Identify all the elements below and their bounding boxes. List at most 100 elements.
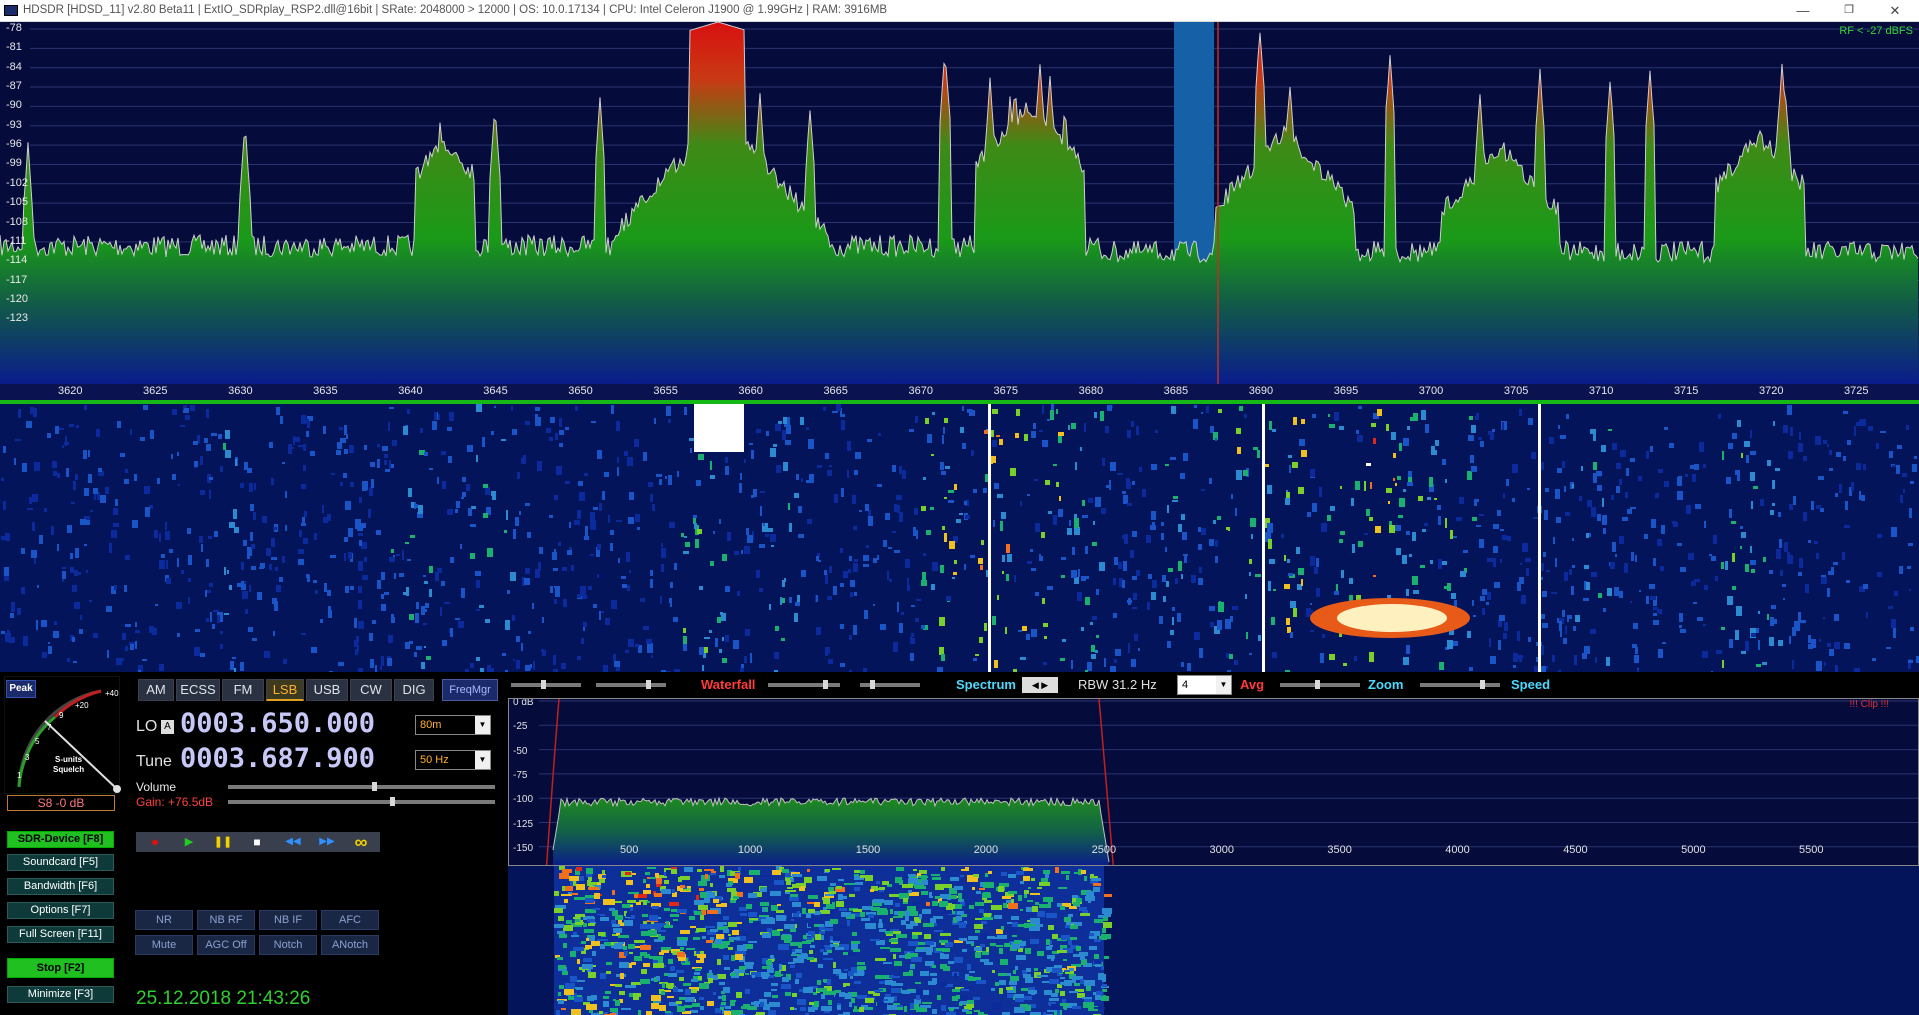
volume-slider[interactable] [228, 782, 495, 791]
audio-frequency-label: 1000 [737, 844, 763, 856]
speed-label: Speed [1511, 677, 1551, 692]
audio-frequency-label: 2500 [1091, 844, 1117, 856]
lo-lock-badge[interactable]: A [161, 720, 174, 734]
spectrum-brightness-slider[interactable] [860, 680, 920, 689]
minimize-button[interactable]: Minimize [F3] [7, 986, 114, 1003]
audio-spectrum-display[interactable]: 0 dB -25 -50 -75 -100 -125 -150 [508, 698, 1919, 866]
slider-handle[interactable] [823, 680, 828, 689]
soundcard-button[interactable]: Soundcard [F5] [7, 854, 114, 871]
rf-level-indicator: RF < -27 dBFS [1839, 25, 1913, 37]
slider-handle[interactable] [1480, 680, 1485, 689]
band-select[interactable]: 80m ▼ [415, 715, 491, 735]
rf-waterfall-image [1, 404, 1919, 672]
audio-frequency-label: 3500 [1327, 844, 1352, 856]
mute-button[interactable]: Mute [135, 935, 193, 955]
close-window-button[interactable]: ✕ [1872, 0, 1918, 22]
frequency-tick-label: 3685 [1163, 385, 1189, 397]
afc-button[interactable]: AFC [321, 910, 379, 930]
nb-rf-button[interactable]: NB RF [197, 910, 255, 930]
sdr-device-button[interactable]: SDR-Device [F8] [7, 831, 114, 848]
audio-db-label: -125 [513, 818, 534, 830]
mode-am-button[interactable]: AM [138, 679, 174, 701]
db-scale-label: -120 [6, 292, 29, 305]
audio-waterfall-display[interactable] [508, 866, 1919, 1015]
s-meter-scale-label: +20 [75, 701, 89, 710]
window-title: HDSDR [HDSD_11] v2.80 Beta11 | ExtIO_SDR… [23, 4, 888, 16]
gain-slider[interactable] [228, 797, 495, 806]
title-bar: HDSDR [HDSD_11] v2.80 Beta11 | ExtIO_SDR… [0, 0, 1919, 22]
fast-forward-icon[interactable]: ▶▶ [314, 832, 340, 852]
full-screen-button[interactable]: Full Screen [F11] [7, 926, 114, 943]
clip-indicator: !!! Clip !!! [1849, 699, 1889, 710]
frequency-tick-label: 3665 [823, 385, 848, 397]
db-scale-label: -102 [6, 176, 29, 189]
slider-handle[interactable] [870, 680, 875, 689]
freqmgr-button[interactable]: FreqMgr [442, 679, 498, 701]
mode-fm-button[interactable]: FM [222, 679, 264, 701]
slider-handle[interactable] [646, 680, 651, 689]
nr-button[interactable]: NR [135, 910, 193, 930]
play-icon[interactable]: ▶ [176, 832, 202, 852]
slider-handle[interactable] [541, 680, 546, 689]
loop-icon[interactable]: ∞ [348, 832, 374, 852]
audio-db-label: -100 [513, 794, 534, 806]
display-control-bar: Waterfall Spectrum ◀ ▶ RBW 31.2 Hz 4 ▼ Av… [508, 673, 1919, 697]
frequency-tick-label: 3695 [1333, 385, 1359, 397]
record-icon[interactable]: ● [142, 832, 168, 852]
audio-frequency-label: 2000 [973, 844, 999, 856]
waterfall-brightness-slider[interactable] [596, 680, 666, 689]
rbw-arrows[interactable]: ◀ ▶ [1022, 677, 1058, 693]
step-select[interactable]: 50 Hz ▼ [415, 750, 491, 770]
slider-handle[interactable] [1315, 680, 1320, 689]
zoom-slider[interactable] [1280, 680, 1360, 689]
bandwidth-button[interactable]: Bandwidth [F6] [7, 878, 114, 895]
rf-spectrum-display[interactable]: -78 -81 -84 -87 -90 -93 -96 -99 -102 -105 -108 -111… [0, 22, 1919, 384]
chevron-down-icon: ▼ [475, 751, 490, 769]
audio-spectrum-plot [539, 699, 1918, 865]
db-scale-label: -87 [6, 80, 22, 93]
mode-dig-button[interactable]: DIG [394, 679, 434, 701]
waterfall-contrast-slider[interactable] [511, 680, 581, 689]
nb-if-button[interactable]: NB IF [259, 910, 317, 930]
stop-button[interactable]: Stop [F2] [7, 958, 114, 978]
tune-label: Tune [136, 753, 172, 770]
rewind-icon[interactable]: ◀◀ [280, 832, 306, 852]
frequency-tick-label: 3705 [1503, 385, 1529, 397]
mode-lsb-button[interactable]: LSB [266, 679, 304, 701]
minimize-window-button[interactable]: — [1780, 0, 1826, 22]
notch-button[interactable]: Notch [259, 935, 317, 955]
db-scale-label: -111 [6, 234, 27, 247]
volume-slider-handle[interactable] [372, 782, 378, 791]
avg-label: Avg [1240, 677, 1265, 692]
frequency-tick-label: 3635 [313, 385, 338, 397]
mode-ecss-button[interactable]: ECSS [176, 679, 220, 701]
db-scale-label: -114 [6, 254, 28, 267]
anotch-button[interactable]: ANotch [321, 935, 379, 955]
db-scale-label: -105 [6, 196, 29, 209]
rf-waterfall-display[interactable] [0, 404, 1919, 672]
chevron-down-icon: ▼ [475, 716, 490, 734]
db-scale-label: -99 [6, 157, 22, 170]
agc-button[interactable]: AGC Off [197, 935, 255, 955]
peak-button[interactable]: Peak [6, 680, 36, 698]
mode-cw-button[interactable]: CW [350, 679, 392, 701]
mode-usb-button[interactable]: USB [306, 679, 348, 701]
gain-slider-handle[interactable] [390, 797, 396, 806]
lo-frequency[interactable]: 0003.650.000 [180, 708, 375, 739]
spectrum-contrast-slider[interactable] [768, 680, 840, 689]
squelch-label[interactable]: Squelch [53, 765, 84, 774]
avg-select[interactable]: 4 ▼ [1177, 675, 1232, 695]
options-button[interactable]: Options [F7] [7, 902, 114, 919]
speed-slider[interactable] [1420, 680, 1500, 689]
audio-db-label: -25 [513, 721, 528, 733]
recorder-controls: ● ▶ ❚❚ ■ ◀◀ ▶▶ ∞ [136, 832, 380, 852]
audio-frequency-label: 5000 [1681, 844, 1706, 856]
frequency-tick-label: 3660 [738, 385, 763, 397]
restore-window-button[interactable]: ❐ [1826, 0, 1872, 22]
pause-icon[interactable]: ❚❚ [210, 832, 236, 852]
tune-frequency[interactable]: 0003.687.900 [180, 743, 375, 774]
stop-icon[interactable]: ■ [244, 832, 270, 852]
frequency-axis[interactable]: 3620 3625 3630 3635 3640 3645 3650 3655 3660 3665… [0, 384, 1919, 404]
audio-frequency-label: 5500 [1799, 844, 1824, 856]
s-meter-scale-label: 1 [17, 771, 22, 780]
